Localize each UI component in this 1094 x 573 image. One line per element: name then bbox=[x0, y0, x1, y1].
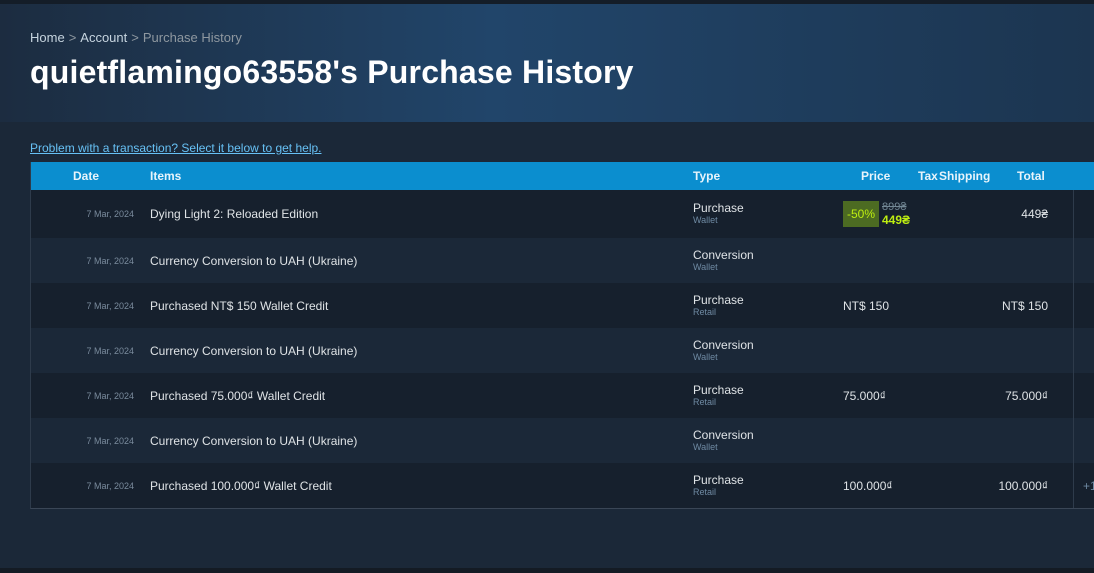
row-payment-method: Wallet bbox=[693, 441, 718, 452]
row-type-label: Purchase bbox=[693, 201, 744, 215]
row-item: Purchased 100.000₫ Wallet Credit bbox=[150, 478, 332, 493]
page-title: quietflamingo63558's Purchase History bbox=[30, 54, 634, 90]
table-row[interactable]: 7 Mar, 2024 Purchased NT$ 150 Wallet Cre… bbox=[31, 283, 1094, 328]
column-header-total[interactable]: Total bbox=[1017, 169, 1045, 183]
row-payment-method: Wallet bbox=[693, 351, 718, 362]
breadcrumb-current: Purchase History bbox=[142, 30, 242, 45]
row-date: 7 Mar, 2024 bbox=[86, 300, 134, 311]
row-item: Purchased NT$ 150 Wallet Credit bbox=[150, 298, 329, 313]
row-total: 449₴ bbox=[1021, 207, 1048, 221]
row-price: 75.000₫ bbox=[843, 388, 886, 403]
row-type-label: Conversion bbox=[693, 337, 754, 352]
row-date: 7 Mar, 2024 bbox=[86, 390, 134, 401]
breadcrumb-home-link[interactable]: Home bbox=[30, 30, 65, 45]
row-item: Dying Light 2: Reloaded Edition bbox=[150, 207, 319, 221]
column-header-shipping[interactable]: Shipping bbox=[939, 169, 990, 183]
page-bottom-edge bbox=[0, 568, 1094, 573]
discount-badge: -50% bbox=[843, 201, 879, 227]
row-payment-method: Retail bbox=[693, 486, 717, 497]
purchase-history-page: Home > Account > Purchase History quietflami… bbox=[0, 0, 1094, 573]
row-type: Purchase Retail bbox=[693, 292, 744, 318]
column-header-type[interactable]: Type bbox=[693, 169, 720, 183]
row-date: 7 Mar, 2024 bbox=[86, 209, 134, 219]
row-price: 100.000₫ bbox=[843, 478, 893, 493]
transaction-help-link[interactable]: Problem with a transaction? Select it be… bbox=[30, 141, 322, 155]
row-type-label: Conversion bbox=[693, 247, 754, 262]
row-type-label: Purchase bbox=[693, 382, 744, 397]
column-header-date[interactable]: Date bbox=[73, 169, 99, 183]
row-type-label: Purchase bbox=[693, 292, 744, 307]
row-payment-method: Wallet bbox=[693, 215, 718, 225]
row-payment-method: Retail bbox=[693, 396, 717, 407]
breadcrumb-account-link[interactable]: Account bbox=[80, 30, 127, 45]
table-row[interactable]: 7 Mar, 2024 Currency Conversion to UAH (… bbox=[31, 328, 1094, 373]
row-type-label: Conversion bbox=[693, 427, 754, 442]
row-type: Conversion Wallet bbox=[693, 247, 754, 273]
column-divider bbox=[1073, 190, 1074, 508]
row-item: Currency Conversion to UAH (Ukraine) bbox=[150, 433, 358, 448]
row-type: Conversion Wallet bbox=[693, 427, 754, 453]
breadcrumb-separator: > bbox=[131, 30, 139, 45]
row-price: NT$ 150 bbox=[843, 298, 890, 313]
purchase-history-table: Date Items Type Price Tax Shipping Total… bbox=[30, 162, 1094, 509]
column-header-items[interactable]: Items bbox=[150, 169, 181, 183]
row-date: 7 Mar, 2024 bbox=[86, 435, 134, 446]
column-header-price[interactable]: Price bbox=[861, 169, 890, 183]
row-date: 7 Mar, 2024 bbox=[86, 345, 134, 356]
row-item: Currency Conversion to UAH (Ukraine) bbox=[150, 253, 358, 268]
row-type-label: Purchase bbox=[693, 472, 744, 487]
table-header: Date Items Type Price Tax Shipping Total bbox=[31, 162, 1094, 190]
column-header-tax[interactable]: Tax bbox=[918, 169, 938, 183]
table-row[interactable]: 7 Mar, 2024 Purchased 75.000₫ Wallet Cre… bbox=[31, 373, 1094, 418]
row-item: Purchased 75.000₫ Wallet Credit bbox=[150, 388, 326, 403]
discount-prices: 899₴ 449₴ bbox=[882, 201, 910, 227]
row-payment-method: Wallet bbox=[693, 261, 718, 272]
row-wallet-change: +1 bbox=[1083, 478, 1094, 493]
discount-block: -50% 899₴ 449₴ bbox=[843, 201, 910, 227]
row-type: Purchase Wallet bbox=[693, 202, 744, 226]
table-row[interactable]: 7 Mar, 2024 Purchased 100.000₫ Wallet Cr… bbox=[31, 463, 1094, 508]
row-item: Currency Conversion to UAH (Ukraine) bbox=[150, 343, 358, 358]
row-date: 7 Mar, 2024 bbox=[86, 480, 134, 491]
row-payment-method: Retail bbox=[693, 306, 717, 317]
row-total: NT$ 150 bbox=[1001, 298, 1048, 313]
row-type: Purchase Retail bbox=[693, 382, 744, 408]
row-type: Conversion Wallet bbox=[693, 337, 754, 363]
row-date: 7 Mar, 2024 bbox=[86, 255, 134, 266]
breadcrumb: Home > Account > Purchase History bbox=[30, 30, 242, 45]
row-total: 100.000₫ bbox=[998, 478, 1048, 493]
breadcrumb-separator: > bbox=[68, 30, 77, 45]
table-row[interactable]: 7 Mar, 2024 Currency Conversion to UAH (… bbox=[31, 238, 1094, 283]
row-total: 75.000₫ bbox=[1005, 388, 1048, 403]
table-row[interactable]: 7 Mar, 2024 Dying Light 2: Reloaded Edit… bbox=[31, 190, 1094, 238]
table-row[interactable]: 7 Mar, 2024 Currency Conversion to UAH (… bbox=[31, 418, 1094, 463]
final-price: 449₴ bbox=[882, 213, 911, 227]
row-type: Purchase Retail bbox=[693, 472, 744, 498]
